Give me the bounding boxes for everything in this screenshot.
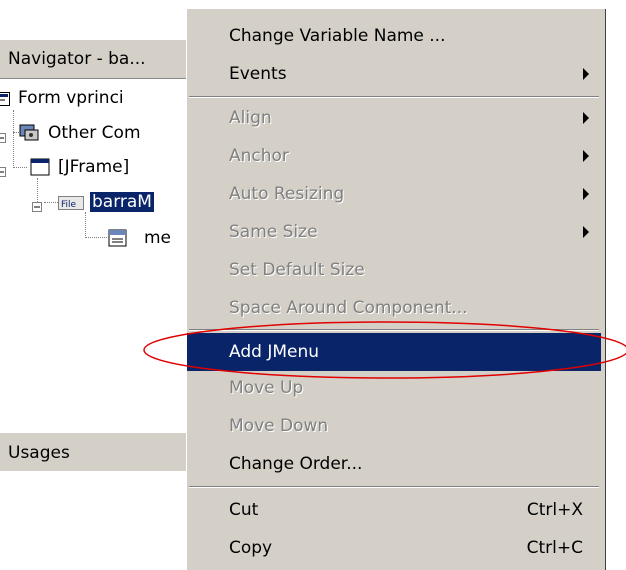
- navigator-panel: Navigator - ba... Form vprinci Other Com…: [0, 40, 188, 430]
- tree-item-label: Form vprinci: [18, 88, 124, 108]
- menu-item-copy[interactable]: Copy Ctrl+C: [187, 529, 601, 567]
- tree-item-label: Other Com: [48, 123, 141, 143]
- tree-item-menubar[interactable]: File barraM: [32, 190, 154, 214]
- expand-toggle-icon[interactable]: [0, 128, 6, 143]
- menu-separator: [189, 96, 599, 98]
- menu-icon: [108, 228, 128, 248]
- submenu-arrow-icon: [583, 68, 589, 80]
- menu-item-auto-resizing: Auto Resizing: [187, 175, 601, 213]
- menu-item-label: Move Up: [229, 378, 304, 398]
- menu-item-label: Add JMenu: [229, 342, 320, 362]
- navigator-title: Navigator - ba...: [8, 49, 146, 69]
- tree-item-menu[interactable]: me: [108, 226, 171, 250]
- menu-item-label: Change Order...: [229, 454, 363, 474]
- menu-item-move-up: Move Up: [187, 369, 601, 407]
- menubar-icon-text: File: [61, 200, 77, 210]
- menu-item-label: Set Default Size: [229, 260, 365, 280]
- other-components-icon: [18, 123, 40, 143]
- menu-item-change-variable-name[interactable]: Change Variable Name ...: [187, 17, 601, 55]
- tree-item-label: me: [144, 228, 172, 248]
- usages-panel: [0, 471, 188, 569]
- menu-item-label: Cut: [229, 500, 259, 520]
- tree-line: [85, 212, 86, 238]
- menu-item-label: Space Around Component...: [229, 298, 468, 318]
- tree-item-other-components[interactable]: Other Com: [0, 121, 141, 145]
- menu-item-anchor: Anchor: [187, 137, 601, 175]
- menu-item-add-jmenu[interactable]: Add JMenu: [187, 333, 601, 371]
- menu-item-events[interactable]: Events: [187, 55, 601, 93]
- menu-item-label: Anchor: [229, 146, 289, 166]
- submenu-arrow-icon: [583, 150, 589, 162]
- tree-item-jframe[interactable]: [JFrame]: [0, 155, 129, 179]
- navigator-header[interactable]: Navigator - ba...: [0, 40, 188, 79]
- tree-line: [85, 237, 107, 238]
- menu-item-label: Change Variable Name ...: [229, 26, 446, 46]
- menubar-file-icon: File: [58, 195, 84, 210]
- menu-item-label: Move Down: [229, 416, 329, 436]
- submenu-arrow-icon: [583, 226, 589, 238]
- menu-item-same-size: Same Size: [187, 213, 601, 251]
- menu-item-label: Align: [229, 108, 272, 128]
- menu-item-move-down: Move Down: [187, 407, 601, 445]
- submenu-arrow-icon: [583, 112, 589, 124]
- context-menu: Change Variable Name ... Events Align An…: [186, 8, 605, 570]
- menu-item-shortcut: Ctrl+X: [526, 500, 583, 520]
- menu-item-change-order[interactable]: Change Order...: [187, 445, 601, 483]
- menu-item-space-around-component: Space Around Component...: [187, 289, 601, 327]
- expand-toggle-icon[interactable]: [0, 162, 6, 177]
- form-icon: [0, 91, 10, 106]
- menu-separator: [189, 486, 599, 488]
- expand-toggle-icon[interactable]: [32, 197, 42, 212]
- menu-item-label: Same Size: [229, 222, 318, 242]
- menu-separator: [189, 329, 599, 331]
- menu-item-cut[interactable]: Cut Ctrl+X: [187, 491, 601, 529]
- submenu-arrow-icon: [583, 188, 589, 200]
- tree-item-label: [JFrame]: [58, 157, 130, 177]
- menu-item-label: Events: [229, 64, 287, 84]
- menu-item-set-default-size: Set Default Size: [187, 251, 601, 289]
- tree-item-label: barraM: [90, 192, 154, 212]
- usages-title: Usages: [8, 443, 70, 463]
- menu-item-label: Auto Resizing: [229, 184, 345, 204]
- menu-item-label: Copy: [229, 538, 273, 558]
- menu-item-shortcut: Ctrl+C: [526, 538, 583, 558]
- menu-item-align: Align: [187, 99, 601, 137]
- tree-item-form[interactable]: Form vprinci: [0, 86, 124, 110]
- jframe-icon: [30, 157, 50, 177]
- usages-header[interactable]: Usages: [0, 432, 188, 472]
